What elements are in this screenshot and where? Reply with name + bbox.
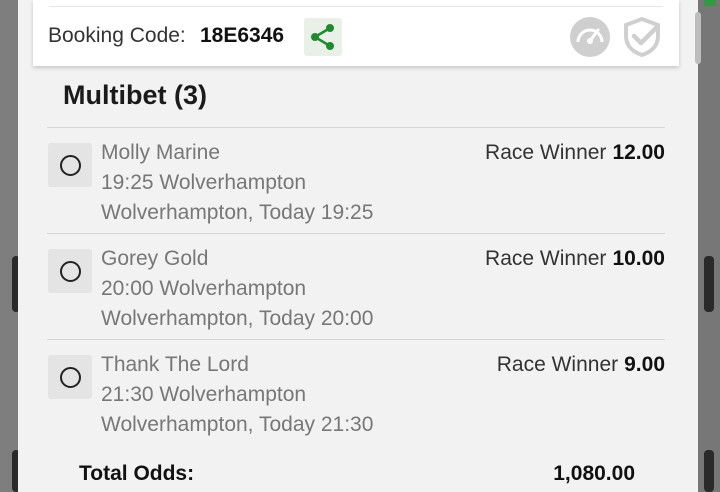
event-name: 20:00 Wolverhampton	[101, 277, 307, 300]
odds-value: 10.00	[612, 247, 665, 270]
radio-icon	[59, 260, 81, 282]
background-accent	[704, 0, 716, 6]
shield-check-icon[interactable]	[621, 16, 663, 58]
background-right	[698, 0, 720, 492]
divider	[49, 6, 663, 7]
market-name: Race Winner	[485, 247, 607, 270]
scrollbar-thumb[interactable]	[695, 12, 701, 64]
total-odds-value: 1,080.00	[553, 462, 635, 485]
background-left	[0, 0, 18, 492]
odds-value: 12.00	[612, 141, 665, 164]
booking-code-value: 18E6346	[200, 24, 285, 47]
select-radio[interactable]	[48, 249, 92, 293]
venue-time: Wolverhampton, Today 21:30	[101, 413, 374, 436]
bet-row: Thank The Lord 21:30 Wolverhampton Wolve…	[47, 339, 665, 445]
market-name: Race Winner	[496, 353, 619, 376]
share-icon	[311, 24, 334, 50]
odds-value: 9.00	[624, 353, 665, 376]
background-card-edge	[704, 450, 714, 492]
venue-time: Wolverhampton, Today 20:00	[101, 307, 374, 330]
radio-icon	[59, 154, 81, 176]
scrollbar[interactable]	[691, 0, 701, 70]
event-name: 21:30 Wolverhampton	[101, 383, 307, 406]
background-card-edge	[704, 256, 714, 312]
market-name: Race Winner	[485, 141, 607, 164]
booking-code-card: Booking Code: 18E6346	[33, 0, 679, 66]
betslip-sheet: Booking Code: 18E6346 Multibet (3) Molly…	[18, 0, 701, 492]
radio-icon	[59, 366, 81, 388]
booking-code-label: Booking Code:	[48, 24, 186, 47]
selection-name: Molly Marine	[101, 141, 221, 164]
event-name: 19:25 Wolverhampton	[101, 171, 307, 194]
selection-name: Thank The Lord	[101, 353, 249, 376]
venue-time: Wolverhampton, Today 19:25	[101, 201, 374, 224]
bet-row: Molly Marine 19:25 Wolverhampton Wolverh…	[47, 127, 665, 233]
total-odds-label: Total Odds:	[79, 462, 195, 485]
share-button[interactable]	[304, 18, 342, 56]
speedometer-icon[interactable]	[569, 16, 611, 58]
selection-name: Gorey Gold	[101, 247, 209, 270]
multibet-title: Multibet (3)	[63, 80, 207, 110]
bet-list: Molly Marine 19:25 Wolverhampton Wolverh…	[47, 127, 665, 445]
bet-row: Gorey Gold 20:00 Wolverhampton Wolverham…	[47, 233, 665, 339]
select-radio[interactable]	[48, 143, 92, 187]
select-radio[interactable]	[48, 355, 92, 399]
